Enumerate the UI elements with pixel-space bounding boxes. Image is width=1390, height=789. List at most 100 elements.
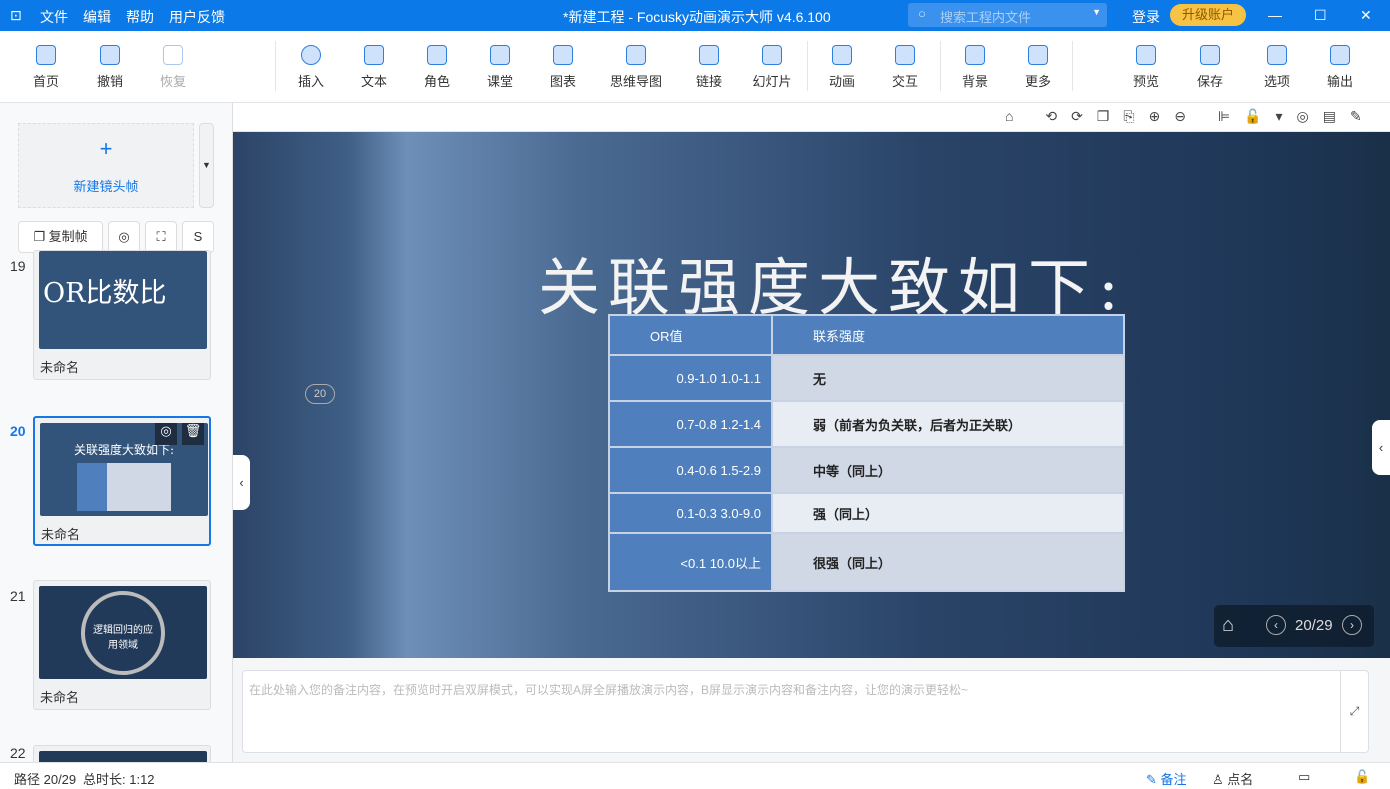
canvas-tools[interactable]: ⌂ ⟲⟳❐⎘⊕⊖ ⊫🔓▾◎▤✎ [1005,108,1376,125]
frame-thumbnail: 关联强度大致如下: [73,443,175,457]
or-value-cell: 0.4-0.6 1.5-2.9 [608,446,773,494]
expand-right-panel-button[interactable]: ‹ [1372,420,1390,475]
classroom-button[interactable]: 课堂 [470,45,530,90]
redo-icon [163,45,183,65]
table-row: 0.1-0.3 3.0-9.0 强（同上） [608,492,1125,534]
chart-button[interactable]: 图表 [533,45,593,90]
settings-icon[interactable]: ◎ [155,423,177,445]
frame-number: 22 [10,745,26,761]
new-frame-dropdown[interactable]: ▼ [199,123,214,208]
search-icon: ○ [918,6,926,21]
divider [1072,41,1073,91]
strength-cell: 中等（同上） [771,446,1125,494]
export-button[interactable]: 输出 [1310,45,1370,90]
expand-icon[interactable]: ⤢ [1340,671,1368,752]
home-icon[interactable]: ⌂ [1222,614,1234,637]
camera-button[interactable]: ◎ [108,221,140,253]
slide-canvas[interactable]: 20 关联强度大致如下: OR值 联系强度 0.9-1.0 1.0-1.1 无 0.7… [233,132,1390,658]
options-button[interactable]: 选项 [1247,45,1307,90]
undo-button[interactable]: 撤销 [80,45,140,90]
search-placeholder: 搜索工程内文件 [940,10,1032,25]
link-icon [699,45,719,65]
edit-icon: ✎ [1146,772,1161,787]
chevron-down-icon[interactable]: ▼ [1092,7,1101,17]
or-value-cell: <0.1 10.0以上 [608,532,773,592]
link-button[interactable]: 链接 [679,45,739,90]
upload-icon [1330,45,1350,65]
label: 备注 [1160,772,1187,787]
label: 动画 [828,74,855,89]
star-icon [832,45,852,65]
frame-marker[interactable]: 20 [305,384,335,404]
swap-frame-button[interactable]: ⛶ [145,221,177,253]
strength-cell: 无 [771,354,1125,402]
menu-help[interactable]: 帮助 [126,7,154,27]
screen-icon[interactable]: ▭ [1298,769,1310,785]
header-or: OR值 [608,314,773,356]
collapse-sidebar-button[interactable]: ‹ [233,455,250,510]
status-bar: 路径 20/29 总时长: 1:12 ✎ 备注 ♙ 点名 ▭ 🔓 [0,762,1390,789]
title-bar: ⊡ 文件 编辑 帮助 用户反馈 *新建工程 - Focusky动画演示大师 v4… [0,0,1390,31]
notes-input[interactable]: 在此处输入您的备注内容，在预览时开启双屏模式，可以实现A屏全屏播放演示内容，B屏… [242,670,1369,753]
save-button[interactable]: 保存 [1180,45,1240,90]
prev-page-button[interactable]: ‹ [1266,615,1286,635]
slideshow-button[interactable]: 幻灯片 [742,45,802,90]
home-button[interactable]: 首页 [16,45,76,90]
play-icon [1136,45,1156,65]
strength-cell: 强（同上） [771,492,1125,534]
strength-cell: 弱（前者为负关联，后者为正关联） [771,400,1125,448]
label: 文本 [360,74,387,89]
table-row: <0.1 10.0以上 很强（同上） [608,532,1125,592]
trash-icon[interactable]: 🗑 [182,423,204,445]
menu-feedback[interactable]: 用户反馈 [169,7,225,27]
path-status: 路径 20/29 [14,772,77,787]
frame-number: 19 [10,258,26,274]
notes-toggle[interactable]: ✎ 备注 [1146,769,1187,788]
interaction-button[interactable]: 交互 [875,45,935,90]
label: 预览 [1132,74,1159,89]
next-page-button[interactable]: › [1342,615,1362,635]
unlock-icon[interactable]: 🔓 [1354,769,1370,785]
main-toolbar: 首页 撤销 恢复 插入 文本 角色 课堂 图表 思维导图 链接 幻灯片 动画 交… [0,31,1390,103]
path-button[interactable]: S [182,221,214,253]
background-button[interactable]: 背景 [945,45,1005,90]
frame-name: 未命名 [41,527,81,542]
label: 链接 [695,74,722,89]
role-button[interactable]: 角色 [407,45,467,90]
new-frame-button[interactable]: + 新建镜头帧 [18,123,194,208]
insert-button[interactable]: 插入 [281,45,341,90]
search-input[interactable]: ○ 搜索工程内文件 ▼ [908,3,1107,27]
login-button[interactable]: 登录 [1132,7,1160,27]
upgrade-button[interactable]: 升级账户 [1170,4,1246,26]
plus-icon: + [99,136,113,161]
frame-card-21[interactable]: 逻辑回归的应用领域 未命名 [33,580,211,710]
label: 图表 [549,74,576,89]
frame-card-19[interactable]: OR比数比 未命名 [33,250,211,380]
text-button[interactable]: 文本 [344,45,404,90]
frame-number: 20 [10,423,26,439]
mindmap-button[interactable]: 思维导图 [606,45,666,90]
or-value-cell: 0.9-1.0 1.0-1.1 [608,354,773,402]
redo-button[interactable]: 恢复 [143,45,203,90]
more-button[interactable]: 更多 [1008,45,1068,90]
or-strength-table[interactable]: OR值 联系强度 0.9-1.0 1.0-1.1 无 0.7-0.8 1.2-1.4 弱… [608,314,1125,592]
close-button[interactable]: ✕ [1360,7,1372,24]
menu-file[interactable]: 文件 [40,7,68,27]
preview-button[interactable]: 预览 [1116,45,1176,90]
frame-card-22[interactable] [33,745,211,762]
menu-edit[interactable]: 编辑 [83,7,111,27]
label: 撤销 [96,74,123,89]
maximize-button[interactable]: ☐ [1314,7,1327,24]
label: 选项 [1263,74,1290,89]
frame-number: 21 [10,588,26,604]
table-row: 0.4-0.6 1.5-2.9 中等（同上） [608,446,1125,494]
copy-frame-button[interactable]: ❐ 复制帧 [18,221,103,253]
rollcall-button[interactable]: ♙ 点名 [1212,769,1253,788]
hand-pointer-icon [895,45,915,65]
frame-card-20[interactable]: 关联强度大致如下: ◎ 🗑 未命名 [33,416,211,546]
bar-chart-icon [553,45,573,65]
minimize-button[interactable]: — [1268,7,1282,23]
animation-button[interactable]: 动画 [812,45,872,90]
duration-status: 总时长: 1:12 [83,772,155,787]
table-row: 0.9-1.0 1.0-1.1 无 [608,354,1125,402]
